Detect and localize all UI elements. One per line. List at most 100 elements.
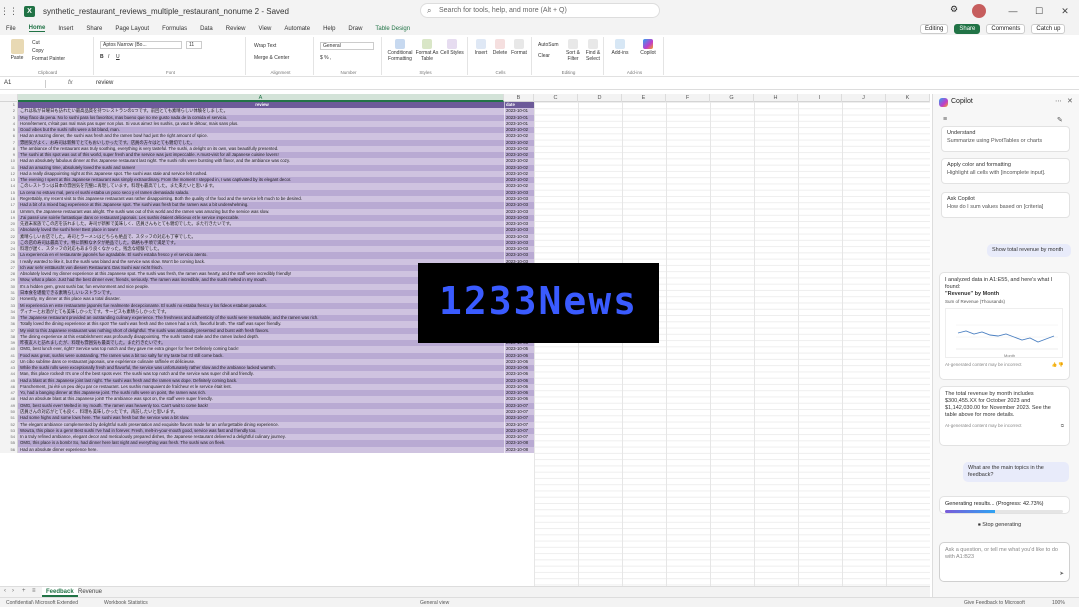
new-chat-icon[interactable]: ✎ xyxy=(1057,116,1063,124)
document-title[interactable]: synthetic_restaurant_reviews_multiple_re… xyxy=(43,7,289,16)
suggestion-card-understand[interactable]: Understand Summarize using PivotTables o… xyxy=(941,126,1070,152)
tab-review[interactable]: Review xyxy=(226,26,246,32)
copy-button[interactable]: Copy xyxy=(32,48,44,54)
column-header-b[interactable]: B xyxy=(504,94,534,102)
tab-page-layout[interactable]: Page Layout xyxy=(115,26,149,32)
sheet-tab-revenue[interactable]: Revenue xyxy=(74,587,106,597)
italic-button[interactable]: I xyxy=(108,54,109,60)
format-as-table-button[interactable]: Format As Table xyxy=(414,39,440,62)
tab-table-design[interactable]: Table Design xyxy=(375,26,410,32)
feedback-link[interactable]: Give Feedback to Microsoft xyxy=(964,600,1025,606)
excel-logo-icon: X xyxy=(24,5,35,17)
column-header-i[interactable]: I xyxy=(798,94,842,102)
sort-filter-button[interactable]: Sort & Filter xyxy=(564,39,582,62)
table-row[interactable]: Had an absolute dinner experience here. 2… xyxy=(18,446,534,453)
column-header-h[interactable]: H xyxy=(754,94,798,102)
add-ins-button[interactable]: Add-ins xyxy=(608,39,632,56)
menu-icon[interactable]: ≡ xyxy=(943,116,947,123)
wrap-text-button[interactable]: Wrap Text xyxy=(254,43,276,49)
name-box[interactable]: A1 xyxy=(2,80,46,88)
function-icon[interactable]: fx xyxy=(68,80,73,86)
app-launcher-icon[interactable]: ⋮⋮ xyxy=(0,6,18,17)
cut-button[interactable]: Cut xyxy=(32,40,40,46)
avatar[interactable] xyxy=(972,4,986,18)
merge-center-button[interactable]: Merge & Center xyxy=(254,55,289,61)
tab-automate[interactable]: Automate xyxy=(284,26,310,32)
empty-cells[interactable] xyxy=(534,102,930,586)
font-size-select[interactable]: 11 xyxy=(186,41,202,49)
column-header-k[interactable]: K xyxy=(886,94,930,102)
sheet-nav-left-icon[interactable]: ‹ xyxy=(4,588,6,594)
column-header-f[interactable]: F xyxy=(666,94,710,102)
tab-data[interactable]: Data xyxy=(200,26,213,32)
response-footer: AI-generated content may be incorrect ⧉ xyxy=(945,422,1064,429)
tab-file[interactable]: File xyxy=(6,26,16,32)
sensitivity-label[interactable]: Confidential\ Microsoft Extended xyxy=(6,600,78,606)
conditional-formatting-button[interactable]: Conditional Formatting xyxy=(386,39,414,62)
cells-group: Insert Delete Format Cells xyxy=(470,37,532,75)
date-cell[interactable]: 2023-10-08 xyxy=(504,446,534,453)
clear-button[interactable]: Clear xyxy=(538,53,550,59)
revenue-line-chart[interactable]: Month xyxy=(945,308,1063,358)
column-header-d[interactable]: D xyxy=(578,94,622,102)
tab-formulas[interactable]: Formulas xyxy=(162,26,187,32)
minimize-button[interactable]: — xyxy=(1000,0,1026,22)
sheet-tab-feedback[interactable]: Feedback xyxy=(42,587,78,597)
close-pane-icon[interactable]: ✕ xyxy=(1067,97,1073,105)
zoom-level[interactable]: 100% xyxy=(1052,600,1065,606)
currency-button[interactable]: $ % , xyxy=(320,55,331,61)
tab-draw[interactable]: Draw xyxy=(348,26,362,32)
gear-icon[interactable]: ⚙ xyxy=(950,4,958,15)
more-options-icon[interactable]: ⋯ xyxy=(1055,97,1062,105)
review-cell[interactable]: Had an absolute dinner experience here. xyxy=(18,447,504,453)
insert-cells-button[interactable]: Insert xyxy=(472,39,490,56)
number-format-select[interactable]: General xyxy=(320,42,374,50)
response-intro: I analyzed data in A1:E55, and here's wh… xyxy=(945,277,1053,290)
tab-insert[interactable]: Insert xyxy=(58,26,73,32)
stop-icon: ⏹ xyxy=(978,522,981,528)
share-button[interactable]: Share xyxy=(954,23,981,34)
comments-button[interactable]: Comments xyxy=(986,23,1026,34)
cell-styles-button[interactable]: Cell Styles xyxy=(440,39,464,56)
workbook-statistics[interactable]: Workbook Statistics xyxy=(104,600,148,606)
font-name-select[interactable]: Aptos Narrow (Bo... xyxy=(100,41,182,49)
search-box[interactable]: ⌕ Search for tools, help, and more (Alt … xyxy=(420,3,660,18)
delete-cells-button[interactable]: Delete xyxy=(491,39,509,56)
select-all-corner[interactable] xyxy=(0,94,18,102)
bold-button[interactable]: B xyxy=(100,54,104,60)
find-select-button[interactable]: Find & Select xyxy=(584,39,602,62)
all-sheets-icon[interactable]: ≡ xyxy=(32,588,36,594)
underline-button[interactable]: U xyxy=(116,54,120,60)
column-header-j[interactable]: J xyxy=(842,94,886,102)
copilot-ribbon-button[interactable]: Copilot xyxy=(636,39,660,56)
copy-icon[interactable]: ⧉ xyxy=(1061,422,1064,429)
formula-input[interactable]: review xyxy=(96,80,113,86)
sheet-nav-right-icon[interactable]: › xyxy=(12,588,14,594)
close-button[interactable]: ✕ xyxy=(1052,0,1078,22)
paste-button[interactable]: Paste xyxy=(6,39,28,61)
format-cells-button[interactable]: Format xyxy=(510,39,528,56)
add-sheet-button[interactable]: + xyxy=(22,588,26,594)
catch-up-button[interactable]: Catch up xyxy=(1031,23,1066,34)
column-header-c[interactable]: C xyxy=(534,94,578,102)
tab-share[interactable]: Share xyxy=(86,26,102,32)
tab-view[interactable]: View xyxy=(258,26,271,32)
maximize-button[interactable]: ☐ xyxy=(1026,0,1052,22)
tab-home[interactable]: Home xyxy=(28,25,46,32)
format-painter-button[interactable]: Format Painter xyxy=(32,56,65,62)
copilot-prompt-input[interactable]: Ask a question, or tell me what you'd li… xyxy=(939,542,1070,582)
column-header-a[interactable]: A xyxy=(18,94,504,102)
suggestion-card-formatting[interactable]: Apply color and formatting Highlight all… xyxy=(941,158,1070,184)
column-header-g[interactable]: G xyxy=(710,94,754,102)
editing-mode-button[interactable]: Editing xyxy=(920,23,949,34)
column-header-e[interactable]: E xyxy=(622,94,666,102)
paste-icon xyxy=(10,39,24,54)
tab-help[interactable]: Help xyxy=(323,26,335,32)
autosum-button[interactable]: AutoSum xyxy=(538,42,559,48)
send-icon[interactable]: ➤ xyxy=(1059,571,1064,578)
suggestion-card-ask[interactable]: Ask Copilot How do I sum values based on… xyxy=(941,192,1070,218)
general-view-label: General view xyxy=(420,600,450,606)
stop-generating-button[interactable]: ⏹ Stop generating xyxy=(978,522,1021,529)
row-number[interactable]: 56 xyxy=(0,447,17,453)
thumbs-icon[interactable]: 👍 👎 xyxy=(1052,361,1064,368)
